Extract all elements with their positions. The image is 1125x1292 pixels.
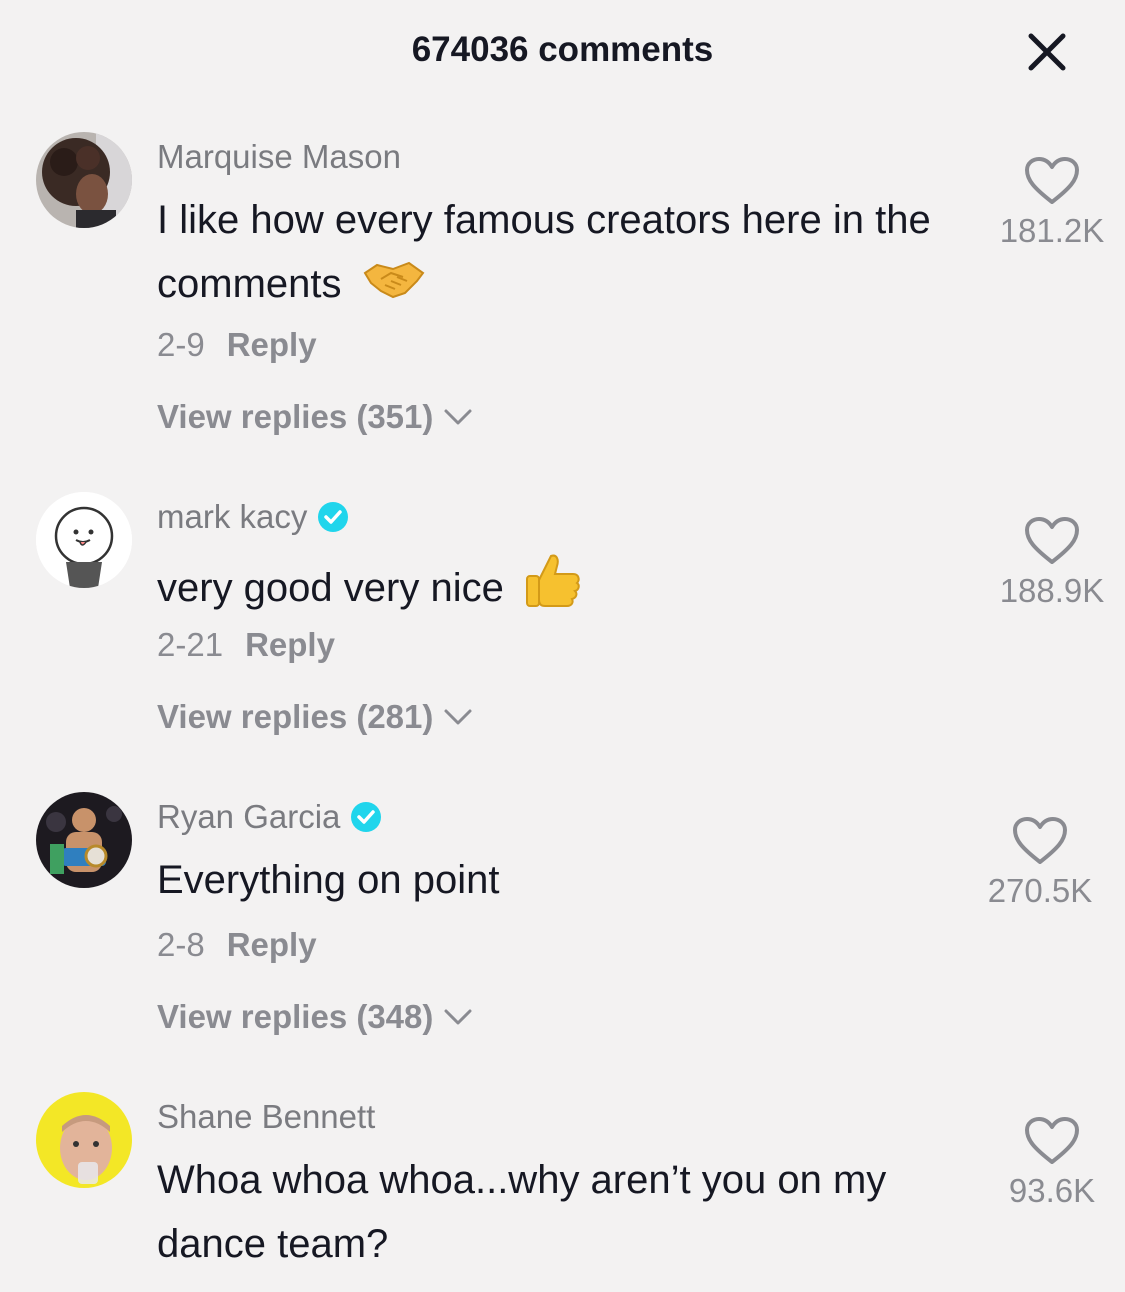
reply-button[interactable]: Reply <box>227 926 317 963</box>
username-text: mark kacy <box>157 498 308 535</box>
view-replies-label: View replies (281) <box>157 698 434 735</box>
comment-text-content: I like how every famous creators here in… <box>157 198 931 306</box>
verified-badge-icon <box>317 501 349 533</box>
like-count: 181.2K <box>999 212 1105 249</box>
comment-username[interactable]: Ryan Garcia <box>157 798 382 836</box>
handshake-emoji-icon <box>363 254 425 318</box>
comments-header: 674036 comments <box>0 0 1125 104</box>
close-icon <box>1028 33 1066 71</box>
like-button[interactable]: 181.2K <box>982 156 1122 250</box>
comment-text: I like how every famous creators here in… <box>157 188 957 318</box>
view-replies-button[interactable]: View replies (351) <box>157 398 473 436</box>
chevron-down-icon <box>444 1009 472 1025</box>
comment-text: Everything on point <box>157 848 957 912</box>
comment-date: 2-9 <box>157 326 205 363</box>
comment-text-content: very good very nice <box>157 566 504 611</box>
heart-icon <box>1025 517 1079 564</box>
view-replies-label: View replies (348) <box>157 998 434 1035</box>
username-text: Ryan Garcia <box>157 798 341 835</box>
verified-badge-icon <box>350 801 382 833</box>
comments-panel: 674036 comments Marquise Mason I like ho… <box>0 0 1125 1292</box>
like-button[interactable]: 270.5K <box>970 816 1110 910</box>
chevron-down-icon <box>444 409 472 425</box>
username-text: Shane Bennett <box>157 1098 376 1135</box>
comment-username[interactable]: Shane Bennett <box>157 1098 375 1136</box>
comment-username[interactable]: Marquise Mason <box>157 138 401 176</box>
like-button[interactable]: 93.6K <box>982 1116 1122 1210</box>
chevron-down-icon <box>444 709 472 725</box>
comment-text: very good very nice <box>157 552 957 629</box>
heart-icon <box>1013 817 1067 864</box>
comment-meta: 2-9 Reply <box>157 326 317 364</box>
comment-text-content: Whoa whoa whoa...why aren’t you on my da… <box>157 1158 887 1266</box>
like-count: 188.9K <box>999 572 1105 609</box>
comment-username[interactable]: mark kacy <box>157 498 349 536</box>
comment-text-content: Everything on point <box>157 858 500 902</box>
reply-button[interactable]: Reply <box>227 326 317 363</box>
comments-count-title: 674036 comments <box>411 30 714 69</box>
close-button[interactable] <box>1025 30 1069 74</box>
view-replies-button[interactable]: View replies (281) <box>157 698 473 736</box>
view-replies-button[interactable]: View replies (348) <box>157 998 473 1036</box>
comment-date: 2-8 <box>157 926 205 963</box>
avatar[interactable] <box>36 792 132 888</box>
like-count: 270.5K <box>987 872 1093 909</box>
like-count: 93.6K <box>1008 1172 1096 1209</box>
heart-icon <box>1025 157 1079 204</box>
avatar[interactable] <box>36 492 132 588</box>
view-replies-label: View replies (351) <box>157 398 434 435</box>
thumbs-up-emoji-icon <box>525 552 581 629</box>
comment-meta: 2-21 Reply <box>157 626 335 664</box>
comment-text: Whoa whoa whoa...why aren’t you on my da… <box>157 1148 957 1276</box>
avatar[interactable] <box>36 1092 132 1188</box>
comment-meta: 2-8 Reply <box>157 926 317 964</box>
reply-button[interactable]: Reply <box>245 626 335 663</box>
comment-date: 2-21 <box>157 626 224 663</box>
heart-icon <box>1025 1117 1079 1164</box>
avatar[interactable] <box>36 132 132 228</box>
like-button[interactable]: 188.9K <box>982 516 1122 610</box>
username-text: Marquise Mason <box>157 138 401 175</box>
